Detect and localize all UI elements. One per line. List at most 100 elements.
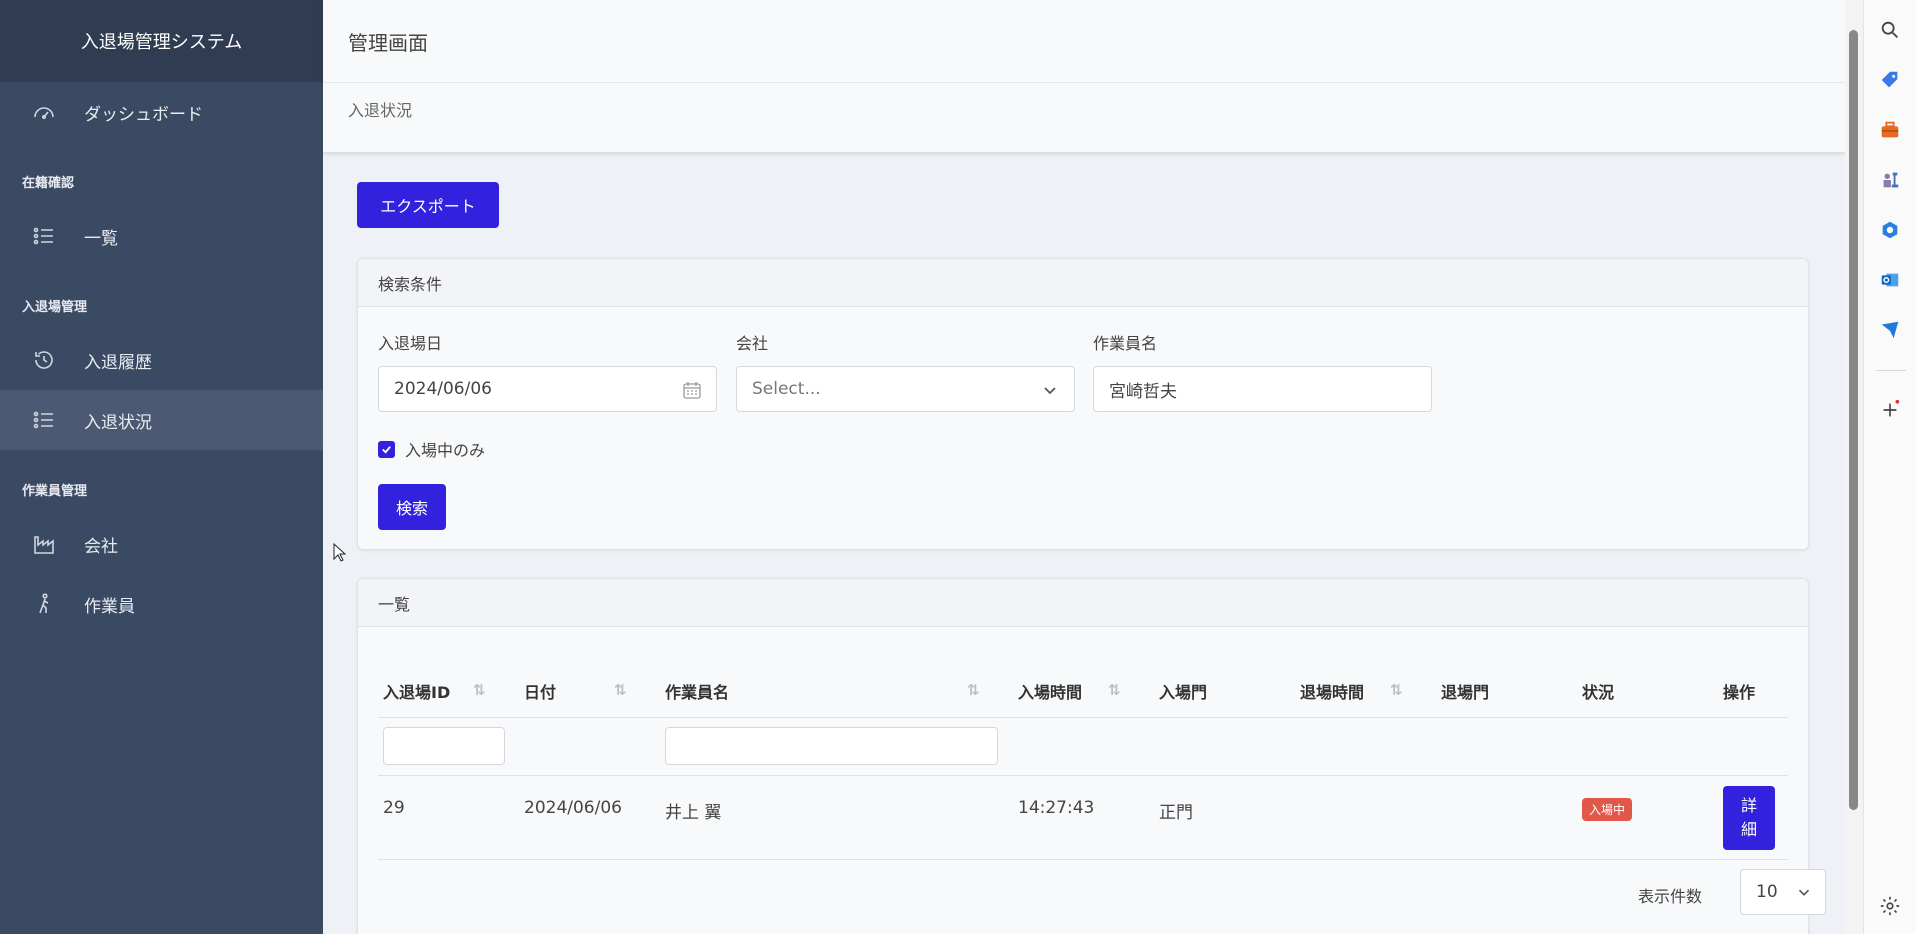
- sidebar-item-label: 入退履歴: [84, 352, 152, 373]
- cell-status: 入場中: [1577, 775, 1718, 860]
- company-label: 会社: [736, 334, 769, 353]
- cell-date: 2024/06/06: [519, 775, 660, 860]
- column-header-exit-time[interactable]: 退場時間 ⇅: [1295, 665, 1436, 718]
- cell-entry-time: 14:27:43: [1013, 775, 1154, 860]
- sidebar-item-worker[interactable]: 作業員: [0, 574, 323, 634]
- sidebar-item-label: ダッシュボード: [84, 104, 203, 125]
- sidebar-item-list[interactable]: 一覧: [0, 206, 323, 266]
- breadcrumb: 入退状況: [348, 101, 413, 120]
- column-header-entry-time[interactable]: 入場時間 ⇅: [1013, 665, 1154, 718]
- sidebar-item-status[interactable]: 入退状況: [0, 390, 323, 450]
- mouse-cursor-icon: [333, 542, 347, 567]
- sidebar-item-label: 一覧: [84, 228, 118, 249]
- date-label: 入退場日: [378, 334, 443, 353]
- sort-icon[interactable]: ⇅: [967, 681, 980, 699]
- filter-row: [378, 717, 1788, 776]
- id-filter-input[interactable]: [383, 727, 505, 765]
- list-icon: [30, 406, 58, 434]
- export-button[interactable]: エクスポート: [357, 182, 499, 228]
- cell-exit-time: [1295, 775, 1436, 860]
- column-label: 退場時間: [1300, 682, 1365, 702]
- browser-sidebar: [1863, 0, 1916, 934]
- column-header-date[interactable]: 日付 ⇅: [519, 665, 660, 718]
- scrollbar-thumb[interactable]: [1849, 30, 1858, 810]
- copilot-icon[interactable]: [1878, 218, 1902, 242]
- per-page-label: 表示件数: [1638, 887, 1703, 906]
- column-header-worker[interactable]: 作業員名 ⇅: [660, 665, 1013, 718]
- chess-icon[interactable]: [1878, 168, 1902, 192]
- strip-divider: [1876, 370, 1906, 371]
- worker-name-input[interactable]: 宮崎哲夫: [1093, 366, 1432, 412]
- list-icon: [30, 222, 58, 250]
- walking-person-icon: [30, 590, 58, 618]
- toolbox-icon[interactable]: [1878, 118, 1902, 142]
- sidebar-item-dashboard[interactable]: ダッシュボード: [0, 82, 323, 142]
- search-panel: 検索条件 入退場日 2024/06/06 会社 Select... 作業員名 宮…: [357, 258, 1809, 550]
- sidebar: 入退場管理システム ダッシュボード 在籍確認 一覧 入退場管理 入退履歴 入退状…: [0, 0, 323, 934]
- search-panel-title: 検索条件: [358, 259, 1808, 307]
- send-icon[interactable]: [1878, 318, 1902, 342]
- column-label: 入退場ID: [383, 682, 451, 702]
- sidebar-item-history[interactable]: 入退履歴: [0, 330, 323, 390]
- main-content: 管理画面 入退状況 エクスポート 検索条件 入退場日 2024/06/06 会社…: [323, 0, 1845, 934]
- sidebar-section-presence: 在籍確認: [22, 175, 75, 191]
- column-header-exit-gate: 退場門: [1436, 665, 1577, 718]
- outlook-icon[interactable]: [1878, 268, 1902, 292]
- table-row: 29 2024/06/06 井上 翼 14:27:43 正門 入場中 詳細: [378, 775, 1788, 860]
- worker-name-label: 作業員名: [1093, 334, 1158, 353]
- detail-button[interactable]: 詳細: [1723, 785, 1775, 850]
- app-title: 入退場管理システム: [0, 0, 323, 82]
- sidebar-section-worker-management: 作業員管理: [22, 483, 88, 499]
- sort-icon[interactable]: ⇅: [614, 681, 627, 699]
- search-button[interactable]: 検索: [378, 484, 446, 530]
- sidebar-item-label: 会社: [84, 536, 118, 557]
- calendar-icon[interactable]: [682, 380, 702, 400]
- sidebar-item-company[interactable]: 会社: [0, 514, 323, 574]
- sidebar-item-label: 作業員: [84, 596, 135, 617]
- in-site-only-checkbox[interactable]: 入場中のみ: [378, 437, 485, 461]
- per-page-select[interactable]: 10: [1740, 869, 1826, 915]
- cell-worker: 井上 翼: [660, 775, 1013, 860]
- search-icon[interactable]: [1878, 18, 1902, 42]
- worker-name-value: 宮崎哲夫: [1109, 381, 1177, 402]
- add-icon[interactable]: [1878, 398, 1902, 422]
- column-label: 作業員名: [665, 682, 730, 702]
- column-label: 操作: [1723, 682, 1756, 702]
- list-panel-title: 一覧: [358, 579, 1808, 627]
- sort-icon[interactable]: ⇅: [1108, 681, 1121, 699]
- cell-id: 29: [378, 775, 519, 860]
- speedometer-icon: [30, 98, 58, 126]
- checkbox-checked-icon[interactable]: [378, 440, 395, 458]
- list-panel: 一覧 入退場ID ⇅ 日付 ⇅ 作業員名 ⇅ 入場時間 ⇅ 入場門 退場時間 ⇅ 退場門 …: [357, 578, 1826, 934]
- sort-icon[interactable]: ⇅: [1390, 681, 1403, 699]
- cell-exit-gate: [1436, 775, 1577, 860]
- cell-action: 詳細: [1718, 775, 1788, 860]
- worker-filter-input[interactable]: [665, 727, 998, 765]
- gear-icon[interactable]: [1878, 894, 1902, 918]
- per-page-value: 10: [1756, 882, 1778, 902]
- date-input[interactable]: 2024/06/06: [378, 366, 717, 412]
- column-label: 日付: [524, 682, 557, 702]
- tag-icon[interactable]: [1878, 68, 1902, 92]
- column-label: 入場門: [1159, 682, 1208, 702]
- column-header-action: 操作: [1718, 665, 1788, 718]
- date-value: 2024/06/06: [394, 379, 492, 399]
- factory-icon: [30, 530, 58, 558]
- page-header: 管理画面 入退状況: [323, 0, 1845, 153]
- status-badge: 入場中: [1582, 797, 1633, 821]
- cell-entry-gate: 正門: [1154, 775, 1295, 860]
- company-placeholder: Select...: [752, 379, 821, 399]
- company-select[interactable]: Select...: [736, 366, 1075, 412]
- page-title: 管理画面: [323, 0, 1845, 83]
- chevron-down-icon: [1040, 380, 1060, 400]
- column-header-id[interactable]: 入退場ID ⇅: [378, 665, 519, 718]
- checkbox-label: 入場中のみ: [405, 441, 486, 460]
- column-header-entry-gate: 入場門: [1154, 665, 1295, 718]
- column-label: 状況: [1582, 682, 1615, 702]
- entry-table: 入退場ID ⇅ 日付 ⇅ 作業員名 ⇅ 入場時間 ⇅ 入場門 退場時間 ⇅ 退場門 状況 …: [378, 665, 1788, 860]
- page-scrollbar[interactable]: [1845, 0, 1863, 934]
- history-icon: [30, 346, 58, 374]
- column-label: 退場門: [1441, 682, 1490, 702]
- sort-icon[interactable]: ⇅: [473, 681, 486, 699]
- chevron-down-icon: [1795, 883, 1813, 906]
